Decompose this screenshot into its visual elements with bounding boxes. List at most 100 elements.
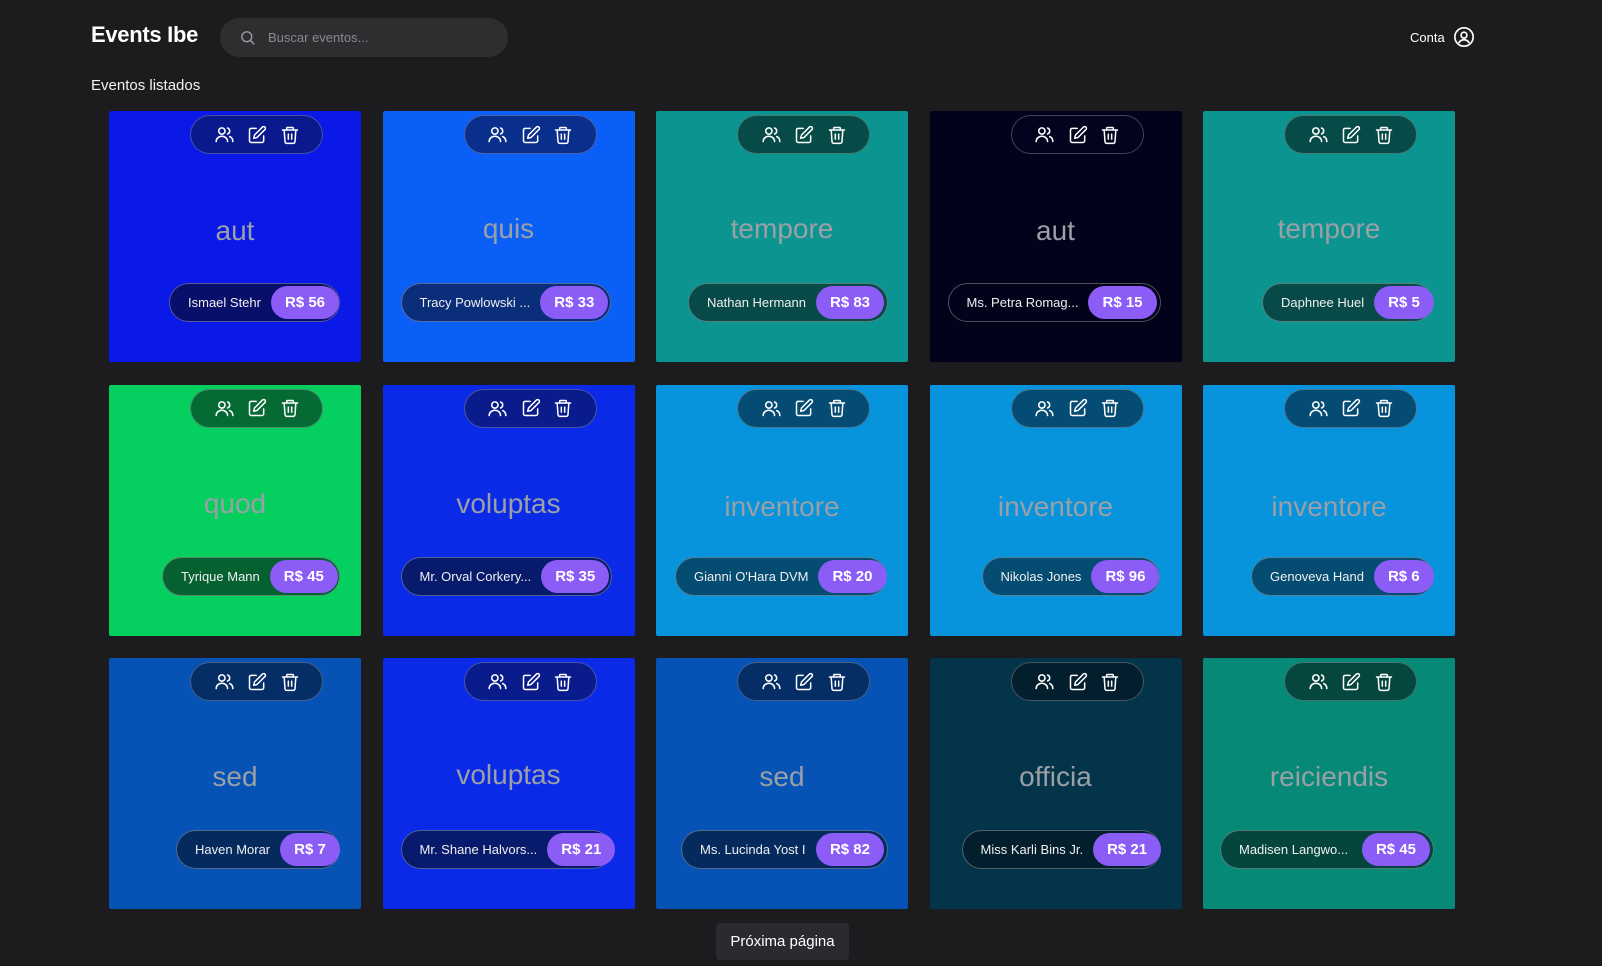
event-card[interactable]: aut Ms. Petra Romag... R$ 15 <box>929 111 1182 362</box>
event-info-pill: Mr. Shane Halvors... R$ 21 <box>400 830 616 869</box>
participants-icon[interactable] <box>1034 671 1055 692</box>
price-badge: R$ 82 <box>815 833 884 866</box>
event-card[interactable]: aut Ismael Stehr R$ 56 <box>109 111 361 362</box>
edit-icon[interactable] <box>794 125 814 145</box>
event-title: aut <box>215 215 255 246</box>
trash-icon[interactable] <box>1100 672 1120 692</box>
trash-icon[interactable] <box>280 672 300 692</box>
card-actions <box>1010 388 1144 428</box>
event-info-pill: Tyrique Mann R$ 45 <box>162 556 340 596</box>
card-actions <box>1010 115 1144 154</box>
card-actions <box>190 662 323 701</box>
user-circle-icon <box>1453 27 1474 47</box>
edit-icon[interactable] <box>521 125 541 145</box>
event-info-pill: Tracy Powlowski ... R$ 33 <box>400 283 611 322</box>
trash-icon[interactable] <box>827 125 847 145</box>
event-info-pill: Ismael Stehr R$ 56 <box>169 283 340 322</box>
trash-icon[interactable] <box>553 125 573 145</box>
edit-icon[interactable] <box>247 125 267 145</box>
edit-icon[interactable] <box>521 398 541 418</box>
card-actions <box>463 388 597 428</box>
event-card[interactable]: tempore Daphnee Huel R$ 5 <box>1203 111 1455 362</box>
price-badge: R$ 83 <box>816 286 885 319</box>
edit-icon[interactable] <box>1068 672 1088 692</box>
event-card[interactable]: sed Haven Morar R$ 7 <box>109 658 361 909</box>
price-badge: R$ 15 <box>1088 286 1157 319</box>
account-button[interactable]: Conta <box>1410 26 1475 48</box>
event-card[interactable]: inventore Nikolas Jones R$ 96 <box>929 384 1182 636</box>
trash-icon[interactable] <box>827 398 847 418</box>
trash-icon[interactable] <box>1374 398 1394 418</box>
trash-icon[interactable] <box>280 398 300 418</box>
price-badge: R$ 33 <box>540 286 609 319</box>
edit-icon[interactable] <box>794 398 814 418</box>
edit-icon[interactable] <box>1068 125 1088 145</box>
next-page-button[interactable]: Próxima página <box>716 923 849 960</box>
card-actions <box>737 388 870 428</box>
participants-icon[interactable] <box>487 124 508 145</box>
event-title: inventore <box>1271 490 1387 522</box>
participants-icon[interactable] <box>487 398 508 419</box>
event-card[interactable]: voluptas Mr. Shane Halvors... R$ 21 <box>382 658 635 909</box>
participants-icon[interactable] <box>1034 398 1055 419</box>
event-title: quis <box>482 213 535 244</box>
edit-icon[interactable] <box>1341 398 1361 418</box>
card-actions <box>190 115 323 154</box>
event-card[interactable]: reiciendis Madisen Langwo... R$ 45 <box>1203 658 1455 909</box>
event-host: Madisen Langwo... <box>1239 842 1349 857</box>
participants-icon[interactable] <box>214 124 235 145</box>
event-title: tempore <box>1277 213 1381 244</box>
edit-icon[interactable] <box>1341 672 1361 692</box>
account-label: Conta <box>1410 29 1445 45</box>
event-card[interactable]: officia Miss Karli Bins Jr. R$ 21 <box>929 658 1182 909</box>
event-card[interactable]: quod Tyrique Mann R$ 45 <box>109 384 361 636</box>
event-card[interactable]: tempore Nathan Hermann R$ 83 <box>656 111 908 362</box>
participants-icon[interactable] <box>761 124 782 145</box>
trash-icon[interactable] <box>553 398 573 418</box>
participants-icon[interactable] <box>214 398 235 419</box>
card-actions <box>737 115 870 154</box>
search-bar[interactable] <box>220 18 508 57</box>
event-card[interactable]: inventore Genoveva Hand R$ 6 <box>1203 384 1455 636</box>
event-info-pill: Mr. Orval Corkery... R$ 35 <box>400 556 612 596</box>
participants-icon[interactable] <box>1308 671 1329 692</box>
event-card[interactable]: voluptas Mr. Orval Corkery... R$ 35 <box>382 384 635 636</box>
app-logo[interactable]: Events Ibe <box>91 22 198 48</box>
edit-icon[interactable] <box>1341 125 1361 145</box>
participants-icon[interactable] <box>214 671 235 692</box>
trash-icon[interactable] <box>1100 398 1120 418</box>
trash-icon[interactable] <box>1100 125 1120 145</box>
price-badge: R$ 35 <box>541 559 610 593</box>
event-host: Nikolas Jones <box>1000 568 1082 584</box>
event-host: Gianni O'Hara DVM <box>694 568 809 584</box>
event-info-pill: Nathan Hermann R$ 83 <box>688 283 888 322</box>
edit-icon[interactable] <box>247 672 267 692</box>
participants-icon[interactable] <box>1034 124 1055 145</box>
participants-icon[interactable] <box>761 398 782 419</box>
trash-icon[interactable] <box>1374 125 1394 145</box>
price-badge: R$ 21 <box>547 833 616 866</box>
participants-icon[interactable] <box>487 671 508 692</box>
event-info-pill: Genoveva Hand R$ 6 <box>1251 556 1434 596</box>
edit-icon[interactable] <box>247 398 267 418</box>
event-card[interactable]: inventore Gianni O'Hara DVM R$ 20 <box>656 384 908 636</box>
edit-icon[interactable] <box>1068 398 1088 418</box>
event-card[interactable]: sed Ms. Lucinda Yost I R$ 82 <box>656 658 908 909</box>
trash-icon[interactable] <box>553 672 573 692</box>
participants-icon[interactable] <box>1308 124 1329 145</box>
edit-icon[interactable] <box>521 672 541 692</box>
event-title: reiciendis <box>1269 761 1389 792</box>
event-card[interactable]: quis Tracy Powlowski ... R$ 33 <box>382 111 635 362</box>
trash-icon[interactable] <box>827 672 847 692</box>
price-badge: R$ 6 <box>1373 559 1434 593</box>
trash-icon[interactable] <box>280 125 300 145</box>
search-input[interactable] <box>266 29 490 46</box>
event-info-pill: Gianni O'Hara DVM R$ 20 <box>675 556 887 596</box>
event-title: officia <box>1019 761 1092 792</box>
event-title: inventore <box>724 490 840 522</box>
event-host: Haven Morar <box>195 842 271 857</box>
edit-icon[interactable] <box>794 672 814 692</box>
participants-icon[interactable] <box>1308 398 1329 419</box>
trash-icon[interactable] <box>1374 672 1394 692</box>
participants-icon[interactable] <box>761 671 782 692</box>
